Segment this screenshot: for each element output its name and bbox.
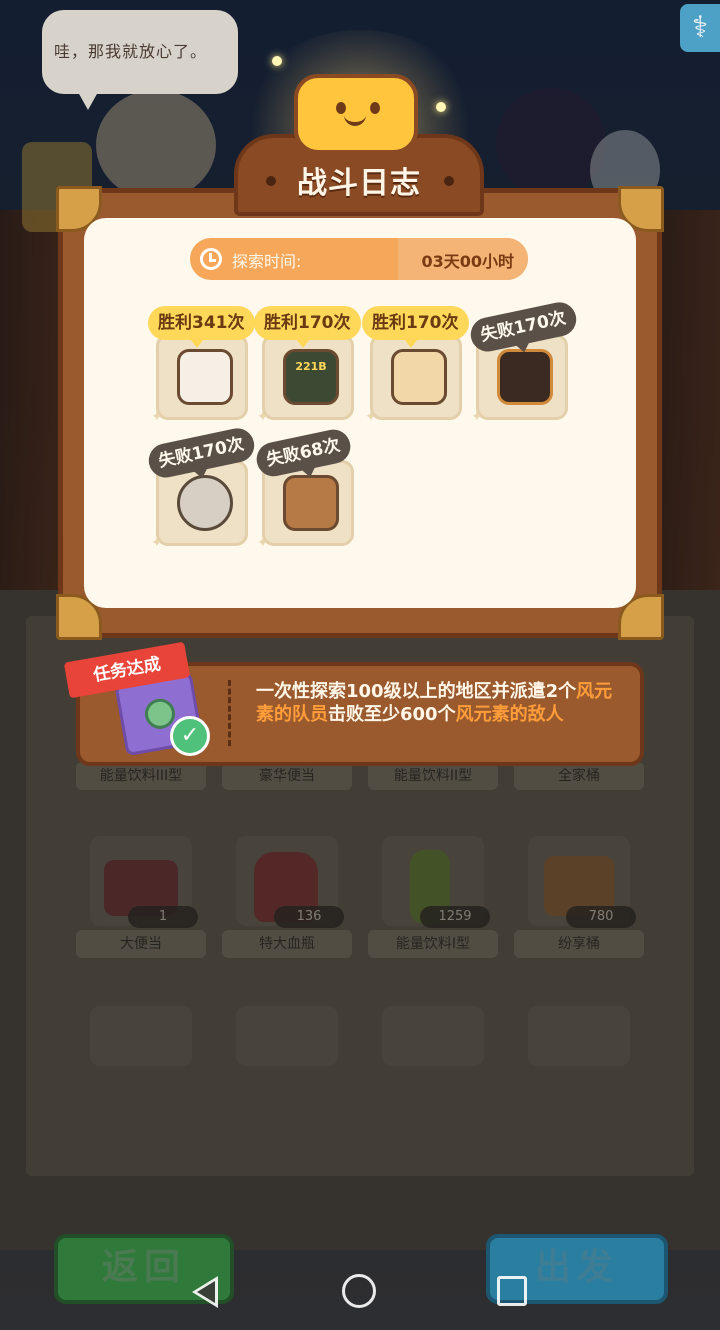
share-close-icon[interactable]: ⚕ — [680, 4, 720, 52]
mascot-icon — [294, 74, 418, 154]
clock-icon — [200, 248, 222, 270]
exploration-time-value: 03天00小时 — [421, 252, 514, 271]
enemy-result-badge: 胜利341次 — [148, 306, 255, 348]
mission-description: 一次性探索100级以上的地区并派遣2个风元素的队员击败至少600个风元素的敌人 — [256, 680, 626, 726]
exploration-time-label: 探索时间: — [232, 252, 302, 271]
enemy-result-badge: 胜利170次 — [254, 306, 361, 348]
calico-cat-enemy-icon — [177, 349, 233, 405]
sparkle-icon — [272, 56, 282, 66]
nav-home-icon[interactable] — [342, 1274, 376, 1308]
tv-monster-enemy-icon: 221B — [283, 349, 339, 405]
exploration-time-bar: 探索时间: 03天00小时 — [190, 238, 528, 280]
nav-back-icon[interactable] — [192, 1276, 218, 1308]
drum-creature-enemy-icon — [497, 349, 553, 405]
sparkle-icon — [436, 102, 446, 112]
dialog-title: 战斗日志 — [297, 166, 421, 201]
lantern-box-enemy-icon — [283, 475, 339, 531]
check-icon: ✓ — [170, 716, 210, 756]
nav-recent-icon[interactable] — [497, 1276, 527, 1306]
enemy-result-badge: 胜利170次 — [362, 306, 469, 348]
mission-text-part: 一次性探索100级以上的地区并派遣2个 — [256, 681, 577, 702]
mission-divider — [228, 680, 231, 746]
mission-text-highlight: 风元素的敌人 — [455, 704, 564, 725]
handcuffs-enemy-icon — [177, 475, 233, 531]
mission-text-part: 击败至少600个 — [328, 704, 456, 725]
box-creature-enemy-icon — [391, 349, 447, 405]
speech-bubble: 哇，那我就放心了。 — [42, 10, 238, 110]
